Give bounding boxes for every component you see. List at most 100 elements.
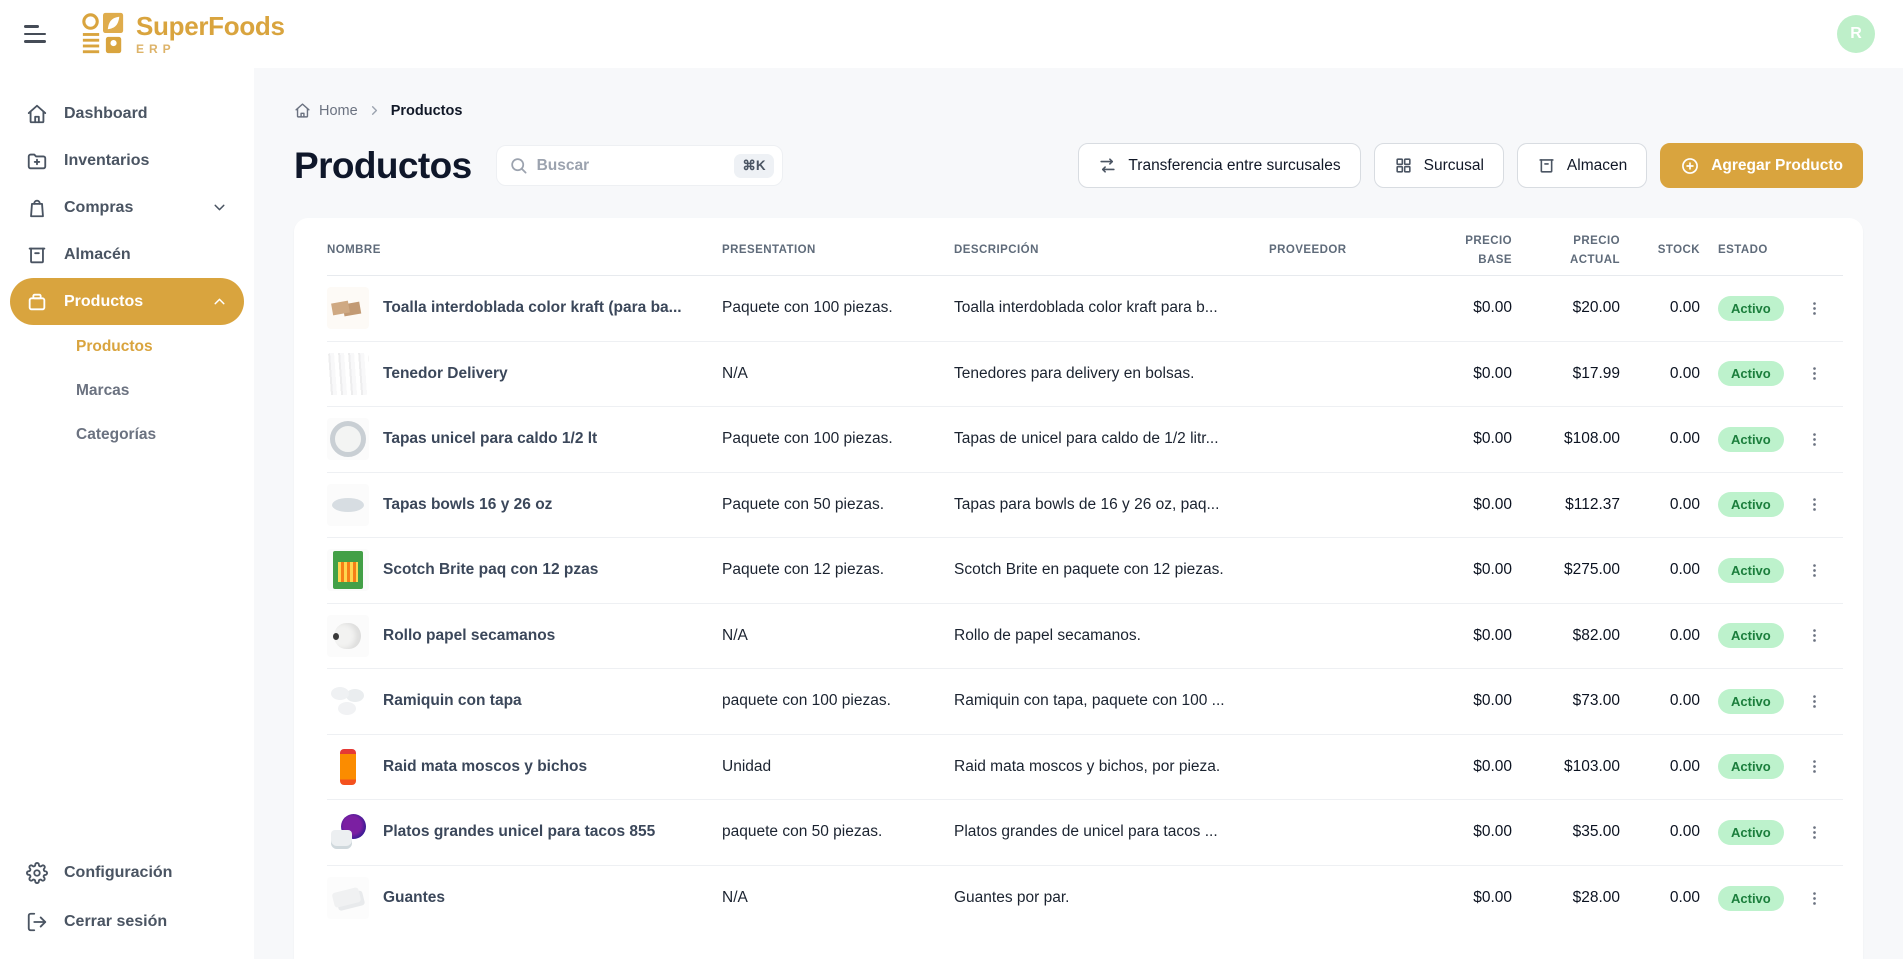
row-actions-button[interactable]	[1800, 817, 1829, 847]
stock-cell: 0.00	[1620, 496, 1700, 514]
estado-cell: Activo	[1700, 558, 1800, 583]
table-body: Toalla interdoblada color kraft (para ba…	[327, 276, 1843, 931]
kebab-menu-icon	[1806, 693, 1823, 710]
actions-cell	[1800, 293, 1843, 323]
table-row: Platos grandes unicel para tacos 855 paq…	[327, 800, 1843, 866]
status-badge: Activo	[1718, 361, 1784, 386]
kebab-menu-icon	[1806, 627, 1823, 644]
home-icon	[26, 103, 48, 125]
estado-cell: Activo	[1700, 754, 1800, 779]
brand-logo: SuperFoods ERP	[80, 11, 285, 57]
precio-actual-cell: $20.00	[1512, 299, 1620, 317]
column-header-proveedor: PROVEEDOR	[1269, 241, 1414, 259]
sidebar-footer: Configuración Cerrar sesión	[10, 849, 244, 945]
stock-cell: 0.00	[1620, 889, 1700, 907]
page-title: Productos	[294, 145, 472, 187]
status-badge: Activo	[1718, 296, 1784, 321]
kebab-menu-icon	[1806, 365, 1823, 382]
sidebar-item-cerrar-sesion[interactable]: Cerrar sesión	[10, 898, 244, 945]
user-avatar[interactable]: R	[1837, 15, 1875, 53]
actions-cell	[1800, 817, 1843, 847]
sidebar-item-label: Productos	[64, 293, 143, 311]
precio-actual-cell: $108.00	[1512, 430, 1620, 448]
submenu-item-marcas[interactable]: Marcas	[10, 369, 244, 413]
product-name-cell: Scotch Brite paq con 12 pzas	[327, 549, 722, 591]
column-header-nombre: NOMBRE	[327, 241, 722, 259]
column-header-precio-base: PRECIO BASE	[1414, 232, 1512, 269]
search-shortcut-kbd: ⌘K	[734, 154, 773, 178]
precio-actual-cell: $28.00	[1512, 889, 1620, 907]
superfoods-logo-icon	[80, 11, 126, 57]
warehouse-button[interactable]: Almacen	[1517, 143, 1647, 188]
status-badge: Activo	[1718, 558, 1784, 583]
product-name: Tapas bowls 16 y 26 oz	[383, 496, 552, 514]
precio-base-cell: $0.00	[1414, 561, 1512, 579]
product-name: Tapas unicel para caldo 1/2 lt	[383, 430, 597, 448]
productos-submenu: Productos Marcas Categorías	[10, 325, 244, 457]
breadcrumb-home-link[interactable]: Home	[294, 102, 358, 119]
actions-cell	[1800, 752, 1843, 782]
transfer-branches-button[interactable]: Transferencia entre surcusales	[1078, 143, 1360, 188]
precio-base-cell: $0.00	[1414, 496, 1512, 514]
sidebar-item-inventarios[interactable]: Inventarios	[10, 137, 244, 184]
kebab-menu-icon	[1806, 562, 1823, 579]
sidebar-item-productos[interactable]: Productos	[10, 278, 244, 325]
add-product-button[interactable]: Agregar Producto	[1660, 143, 1863, 188]
product-name: Platos grandes unicel para tacos 855	[383, 823, 655, 841]
product-image	[327, 418, 369, 460]
row-actions-button[interactable]	[1800, 621, 1829, 651]
product-name-cell: Raid mata moscos y bichos	[327, 746, 722, 788]
row-actions-button[interactable]	[1800, 359, 1829, 389]
table-row: Tenedor Delivery N/A Tenedores para deli…	[327, 342, 1843, 408]
product-image	[327, 746, 369, 788]
row-actions-button[interactable]	[1800, 752, 1829, 782]
actions-cell	[1800, 686, 1843, 716]
stock-cell: 0.00	[1620, 692, 1700, 710]
table-row: Rollo papel secamanos N/A Rollo de papel…	[327, 604, 1843, 670]
row-actions-button[interactable]	[1800, 686, 1829, 716]
kebab-menu-icon	[1806, 496, 1823, 513]
presentation-cell: Paquete con 100 piezas.	[722, 299, 954, 317]
product-name-cell: Guantes	[327, 877, 722, 919]
table-header-row: NOMBRE PRESENTATION DESCRIPCIÓN PROVEEDO…	[327, 226, 1843, 276]
row-actions-button[interactable]	[1800, 293, 1829, 323]
sidebar-item-label: Configuración	[64, 864, 172, 882]
sidebar-item-label: Cerrar sesión	[64, 913, 167, 931]
plus-circle-icon	[1680, 156, 1700, 176]
breadcrumb-current: Productos	[391, 103, 463, 119]
kebab-menu-icon	[1806, 758, 1823, 775]
folder-plus-icon	[26, 150, 48, 172]
shopping-bag-icon	[26, 197, 48, 219]
row-actions-button[interactable]	[1800, 555, 1829, 585]
branch-button[interactable]: Surcusal	[1374, 143, 1504, 188]
sidebar-item-configuracion[interactable]: Configuración	[10, 849, 244, 896]
product-box-icon	[26, 291, 48, 313]
submenu-item-productos[interactable]: Productos	[10, 325, 244, 369]
submenu-item-categorias[interactable]: Categorías	[10, 413, 244, 457]
sidebar-item-dashboard[interactable]: Dashboard	[10, 90, 244, 137]
sidebar-item-almacen[interactable]: Almacén	[10, 231, 244, 278]
table-row: Tapas unicel para caldo 1/2 lt Paquete c…	[327, 407, 1843, 473]
row-actions-button[interactable]	[1800, 490, 1829, 520]
presentation-cell: N/A	[722, 365, 954, 383]
menu-toggle-button[interactable]	[24, 17, 58, 51]
brand-subtitle: ERP	[136, 43, 285, 55]
breadcrumb: Home Productos	[294, 102, 1863, 119]
product-image	[327, 877, 369, 919]
search-input[interactable]	[537, 157, 726, 175]
row-actions-button[interactable]	[1800, 424, 1829, 454]
search-box: ⌘K	[496, 145, 783, 186]
presentation-cell: Paquete con 100 piezas.	[722, 430, 954, 448]
row-actions-button[interactable]	[1800, 883, 1829, 913]
gear-icon	[26, 862, 48, 884]
estado-cell: Activo	[1700, 427, 1800, 452]
table-row: Ramiquin con tapa paquete con 100 piezas…	[327, 669, 1843, 735]
kebab-menu-icon	[1806, 431, 1823, 448]
product-image	[327, 811, 369, 853]
sidebar-item-compras[interactable]: Compras	[10, 184, 244, 231]
description-cell: Raid mata moscos y bichos, por pieza.	[954, 758, 1269, 776]
actions-cell	[1800, 359, 1843, 389]
presentation-cell: Paquete con 12 piezas.	[722, 561, 954, 579]
estado-cell: Activo	[1700, 492, 1800, 517]
product-name: Raid mata moscos y bichos	[383, 758, 587, 776]
